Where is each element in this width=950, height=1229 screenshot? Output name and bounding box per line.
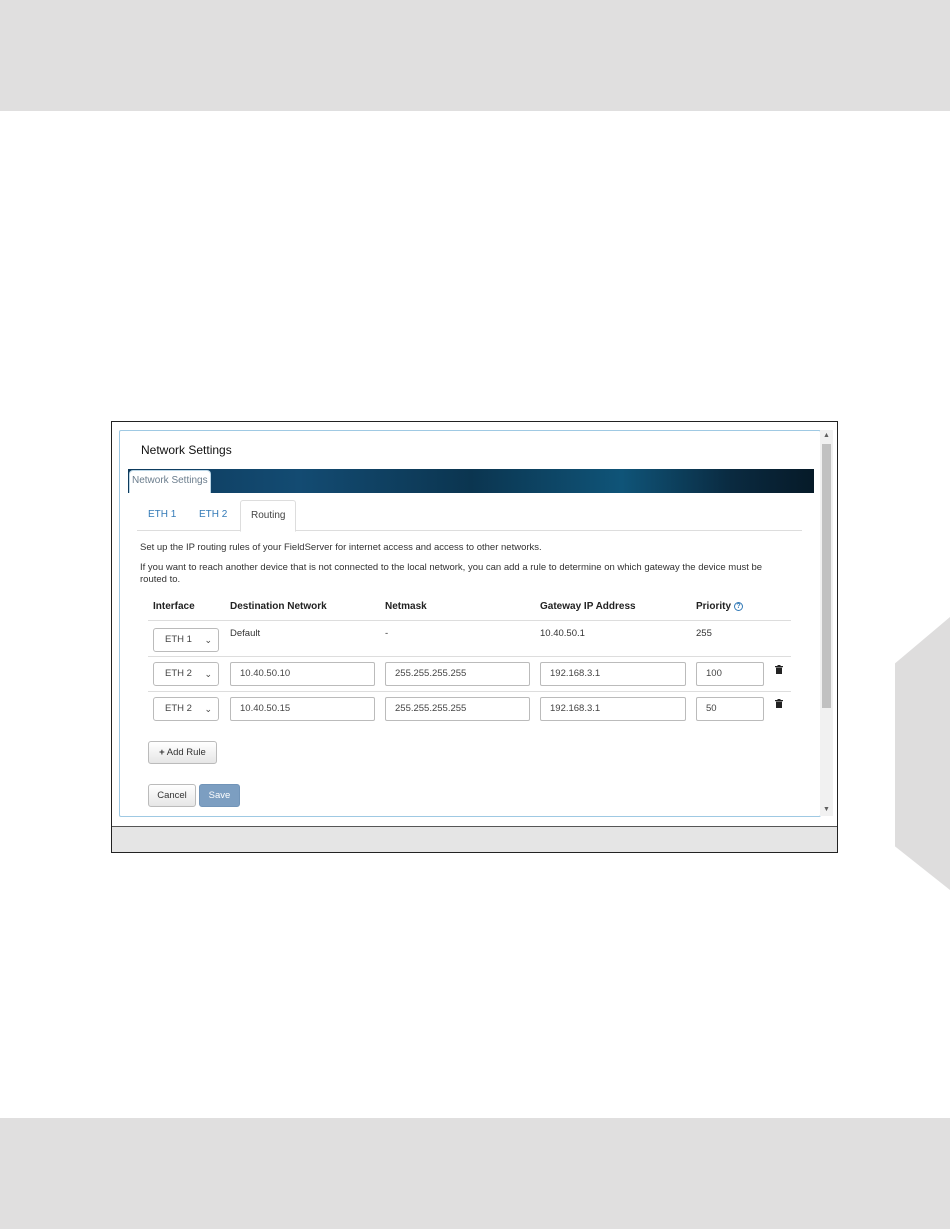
interface-select[interactable]: ETH 1 ⌄ (153, 628, 219, 652)
interface-select-value: ETH 2 (165, 668, 192, 679)
cancel-button[interactable]: Cancel (148, 784, 196, 807)
netmask-input[interactable]: 255.255.255.255 (385, 697, 530, 721)
window-status-bar (112, 826, 837, 852)
routing-help-text: If you want to reach another device that… (140, 562, 763, 585)
chevron-down-icon: ⌄ (204, 669, 212, 679)
table-row-divider (148, 656, 791, 657)
tab-eth1[interactable]: ETH 1 (138, 500, 186, 531)
header-destination-network: Destination Network (230, 601, 327, 612)
tab-routing[interactable]: Routing (240, 500, 297, 532)
header-priority: Priority? (696, 601, 744, 612)
priority-input[interactable]: 100 (696, 662, 764, 686)
interface-select-value: ETH 1 (165, 634, 192, 645)
chevron-down-icon: ⌄ (204, 704, 212, 714)
trash-icon[interactable] (775, 665, 783, 674)
priority-text: 255 (696, 628, 712, 639)
interface-tabs: ETH 1 ETH 2 Routing (137, 500, 802, 532)
chevron-down-icon: ⌄ (204, 635, 212, 645)
destination-network-input[interactable]: 10.40.50.15 (230, 697, 375, 721)
page-side-tab (895, 617, 950, 890)
gateway-ip-input[interactable]: 192.168.3.1 (540, 662, 686, 686)
gateway-ip-input[interactable]: 192.168.3.1 (540, 697, 686, 721)
question-circle-icon[interactable]: ? (734, 602, 744, 611)
plus-icon: + (159, 747, 165, 758)
netmask-text: - (385, 628, 389, 639)
network-settings-panel: Network Settings Network Settings ETH 1 … (119, 430, 821, 817)
save-button[interactable]: Save (199, 784, 240, 807)
destination-network-text: Default (230, 628, 261, 639)
page-footer-band (0, 1118, 950, 1229)
page-header-band (0, 0, 950, 111)
table-row-divider (148, 691, 791, 692)
interface-select[interactable]: ETH 2 ⌄ (153, 662, 219, 686)
interface-select[interactable]: ETH 2 ⌄ (153, 697, 219, 721)
header-netmask: Netmask (385, 601, 427, 612)
header-priority-label: Priority (696, 601, 732, 612)
tab-eth2[interactable]: ETH 2 (189, 500, 237, 531)
scroll-up-arrow-icon[interactable]: ▲ (820, 430, 833, 442)
banner-tab-network-settings[interactable]: Network Settings (129, 470, 211, 493)
add-rule-button[interactable]: + Add Rule (148, 741, 217, 764)
scroll-down-arrow-icon[interactable]: ▼ (820, 804, 833, 816)
header-interface: Interface (153, 601, 195, 612)
gateway-ip-text: 10.40.50.1 (540, 628, 585, 639)
interface-select-value: ETH 2 (165, 703, 192, 714)
screenshot-frame: Network Settings Network Settings ETH 1 … (111, 421, 838, 853)
trash-icon[interactable] (775, 699, 783, 708)
header-gateway-ip: Gateway IP Address (540, 601, 636, 612)
header-banner: Network Settings (128, 469, 814, 493)
add-rule-label: Add Rule (166, 747, 206, 758)
destination-network-input[interactable]: 10.40.50.10 (230, 662, 375, 686)
vertical-scrollbar[interactable]: ▲ ▼ (820, 430, 833, 816)
priority-input[interactable]: 50 (696, 697, 764, 721)
table-divider (148, 620, 791, 621)
app-title: Network Settings (141, 443, 232, 457)
routing-description: Set up the IP routing rules of your Fiel… (140, 542, 542, 553)
netmask-input[interactable]: 255.255.255.255 (385, 662, 530, 686)
scroll-thumb[interactable] (822, 444, 831, 708)
